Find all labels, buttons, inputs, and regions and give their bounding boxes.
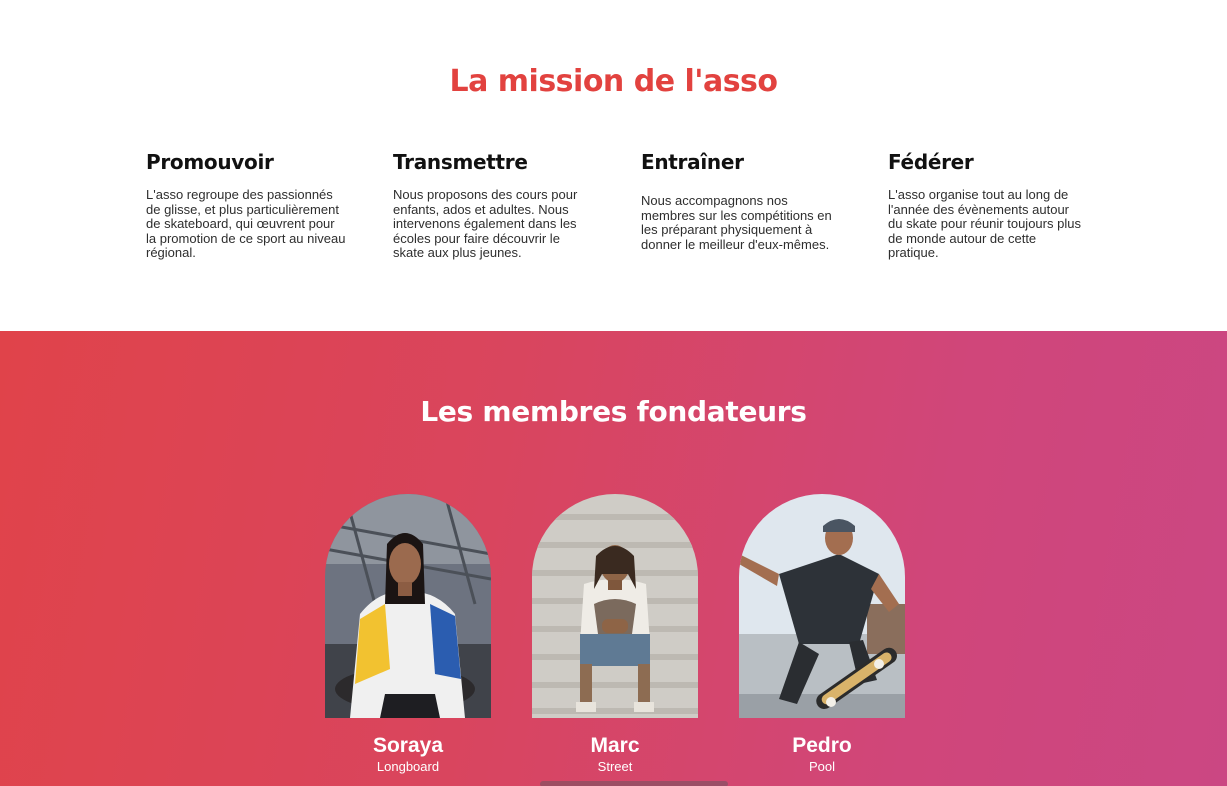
mission-heading: Transmettre [393,150,528,174]
mission-heading: Fédérer [888,150,974,174]
member-photo-pedro [739,494,905,718]
member-discipline: Street [597,759,633,774]
horizontal-scrollbar[interactable] [540,781,728,786]
mission-heading: Promouvoir [146,150,274,174]
member-discipline: Pool [808,759,836,774]
member-card-marc[interactable]: Marc Street [532,494,698,774]
mission-section: La mission de l'asso Promouvoir L'asso r… [0,0,1227,331]
member-photo-soraya [325,494,491,718]
member-card-soraya[interactable]: Soraya Longboard [325,494,491,774]
mission-card-promouvoir: Promouvoir L'asso regroupe des passionné… [146,150,351,261]
member-name: Pedro [792,734,852,757]
member-name: Marc [590,734,640,757]
mission-title: La mission de l'asso [449,64,778,99]
member-discipline: Longboard [376,759,440,774]
mission-text: L'asso organise tout au long de l'année … [888,187,1081,261]
mission-text: L'asso regroupe des passionnés de glisse… [146,187,346,261]
member-photo-marc [532,494,698,718]
mission-text: Nous proposons des cours pour enfants, a… [393,187,578,261]
member-name: Soraya [372,734,444,757]
founders-title: Les membres fondateurs [420,395,807,428]
mission-heading: Entraîner [641,150,744,174]
mission-card-federer: Fédérer L'asso organise tout au long de … [888,150,1093,261]
mission-text: Nous accompagnons nos membres sur les co… [641,193,832,252]
mission-card-transmettre: Transmettre Nous proposons des cours pou… [393,150,598,261]
mission-card-entrainer: Entraîner Nous accompagnons nos membres … [641,150,846,252]
member-card-pedro[interactable]: Pedro Pool [739,494,905,774]
founders-section: Les membres fondateurs Soraya Longboard … [0,331,1227,786]
